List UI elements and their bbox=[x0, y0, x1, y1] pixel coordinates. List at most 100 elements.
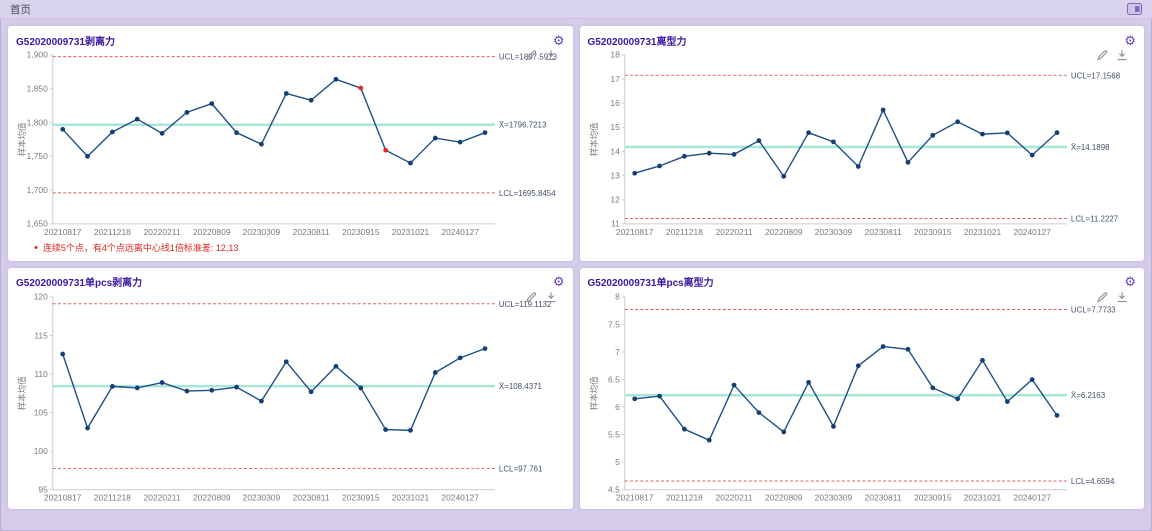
svg-text:115: 115 bbox=[34, 330, 48, 340]
download-icon[interactable] bbox=[545, 291, 557, 303]
svg-text:1,900: 1,900 bbox=[27, 50, 48, 60]
svg-text:20240127: 20240127 bbox=[1013, 227, 1051, 237]
svg-text:20211218: 20211218 bbox=[94, 492, 131, 502]
svg-text:X̄=6.2163: X̄=6.2163 bbox=[1070, 391, 1105, 400]
chart-toolbar bbox=[1096, 291, 1128, 303]
svg-text:1,850: 1,850 bbox=[27, 84, 48, 94]
svg-text:20211218: 20211218 bbox=[665, 492, 702, 502]
svg-text:20230309: 20230309 bbox=[814, 227, 852, 237]
svg-text:20230811: 20230811 bbox=[293, 227, 330, 237]
chart-panel: G52020009731剥离力 ⚙ 1,900 1,850 1,800 1,750 1,… bbox=[8, 26, 573, 261]
download-icon[interactable] bbox=[1116, 49, 1128, 61]
svg-text:20210817: 20210817 bbox=[44, 227, 82, 237]
panel-header: G52020009731剥离力 ⚙ bbox=[16, 31, 565, 49]
svg-text:20231021: 20231021 bbox=[963, 227, 1001, 237]
svg-text:样本均值: 样本均值 bbox=[17, 376, 27, 410]
svg-text:20220211: 20220211 bbox=[715, 227, 752, 237]
layout-toggle-icon[interactable] bbox=[1127, 3, 1142, 15]
svg-text:6.5: 6.5 bbox=[608, 374, 620, 384]
svg-text:LCL=11.2227: LCL=11.2227 bbox=[1070, 214, 1118, 223]
svg-text:7.5: 7.5 bbox=[608, 319, 620, 329]
svg-text:LCL=97.761: LCL=97.761 bbox=[499, 464, 543, 473]
svg-text:6: 6 bbox=[615, 402, 620, 412]
dashboard-grid: G52020009731剥离力 ⚙ 1,900 1,850 1,800 1,750 1,… bbox=[0, 19, 1152, 516]
svg-text:110: 110 bbox=[34, 369, 48, 379]
svg-text:12: 12 bbox=[610, 195, 620, 205]
svg-text:样本均值: 样本均值 bbox=[17, 122, 27, 156]
svg-text:20230309: 20230309 bbox=[243, 492, 281, 502]
svg-text:8: 8 bbox=[615, 292, 620, 302]
download-icon[interactable] bbox=[545, 49, 557, 61]
svg-text:样本均值: 样本均值 bbox=[588, 376, 598, 410]
svg-text:20240127: 20240127 bbox=[1013, 492, 1051, 502]
svg-text:20230309: 20230309 bbox=[243, 227, 281, 237]
panel-title: G52020009731离型力 bbox=[588, 33, 687, 48]
svg-text:20230915: 20230915 bbox=[342, 492, 380, 502]
svg-text:20230811: 20230811 bbox=[864, 227, 901, 237]
svg-text:17: 17 bbox=[610, 74, 620, 84]
chart-area: 1,9001,8501,8001,7501,7001,6502021081720… bbox=[16, 49, 565, 240]
chart-toolbar bbox=[525, 291, 557, 303]
svg-text:20231021: 20231021 bbox=[963, 492, 1001, 502]
svg-text:X̄=1796.7213: X̄=1796.7213 bbox=[499, 121, 547, 130]
svg-text:LCL=4.6594: LCL=4.6594 bbox=[1070, 477, 1114, 486]
svg-text:X̄=14.1898: X̄=14.1898 bbox=[1070, 143, 1109, 152]
svg-text:20220211: 20220211 bbox=[144, 227, 181, 237]
svg-text:16: 16 bbox=[610, 98, 620, 108]
svg-text:20230915: 20230915 bbox=[914, 492, 952, 502]
svg-text:UCL=7.7733: UCL=7.7733 bbox=[1070, 305, 1115, 314]
panel-header: G52020009731离型力 ⚙ bbox=[588, 31, 1137, 49]
control-chart: 1201151101051009520210817202112182022021… bbox=[16, 291, 565, 506]
tab-home[interactable]: 首页 bbox=[10, 2, 31, 17]
chart-area: 1817161514131211202108172021121820220211… bbox=[588, 49, 1137, 240]
pencil-icon[interactable] bbox=[1096, 49, 1108, 61]
svg-text:20230309: 20230309 bbox=[814, 492, 852, 502]
chart-panel: G52020009731单pcs离型力 ⚙ 87.576.565.554.520… bbox=[580, 268, 1145, 510]
svg-text:18: 18 bbox=[610, 50, 620, 60]
chart-area: 1201151101051009520210817202112182022021… bbox=[16, 291, 565, 506]
svg-text:7: 7 bbox=[615, 347, 620, 357]
panel-title: G52020009731单pcs剥离力 bbox=[16, 274, 142, 289]
chart-panel: G52020009731离型力 ⚙ 1817161514131211202108… bbox=[580, 26, 1145, 261]
pencil-icon[interactable] bbox=[525, 291, 537, 303]
svg-text:20220809: 20220809 bbox=[193, 492, 231, 502]
gear-icon[interactable]: ⚙ bbox=[553, 34, 565, 47]
pencil-icon[interactable] bbox=[1096, 291, 1108, 303]
svg-text:1,750: 1,750 bbox=[27, 151, 48, 161]
svg-text:1,800: 1,800 bbox=[27, 117, 48, 127]
svg-text:20230811: 20230811 bbox=[293, 492, 330, 502]
control-chart: 1817161514131211202108172021121820220211… bbox=[588, 49, 1137, 240]
svg-text:20210817: 20210817 bbox=[615, 227, 653, 237]
svg-text:样本均值: 样本均值 bbox=[588, 122, 598, 156]
control-chart: 1,9001,8501,8001,7501,7001,6502021081720… bbox=[16, 49, 565, 240]
chart-panel: G52020009731单pcs剥离力 ⚙ 120115110105100952… bbox=[8, 268, 573, 510]
gear-icon[interactable]: ⚙ bbox=[553, 275, 565, 288]
download-icon[interactable] bbox=[1116, 291, 1128, 303]
tab-bar: 首页 bbox=[0, 0, 1152, 19]
svg-text:1,700: 1,700 bbox=[27, 185, 48, 195]
svg-text:120: 120 bbox=[34, 292, 48, 302]
gear-icon[interactable]: ⚙ bbox=[1124, 34, 1136, 47]
gear-icon[interactable]: ⚙ bbox=[1124, 275, 1136, 288]
svg-text:5: 5 bbox=[615, 457, 620, 467]
rule-violation-note: • 连续5个点，有4个点远离中心线1倍标准差: 12,13 bbox=[34, 241, 565, 255]
svg-text:20230915: 20230915 bbox=[342, 227, 380, 237]
panel-header: G52020009731单pcs离型力 ⚙ bbox=[588, 273, 1137, 291]
panel-header: G52020009731单pcs剥离力 ⚙ bbox=[16, 273, 565, 291]
chart-area: 87.576.565.554.5202108172021121820220211… bbox=[588, 291, 1137, 506]
svg-text:20220809: 20220809 bbox=[193, 227, 231, 237]
svg-text:5.5: 5.5 bbox=[608, 429, 620, 439]
control-chart: 87.576.565.554.5202108172021121820220211… bbox=[588, 291, 1137, 506]
svg-text:20220211: 20220211 bbox=[144, 492, 181, 502]
svg-text:20220809: 20220809 bbox=[764, 492, 802, 502]
svg-text:20210817: 20210817 bbox=[44, 492, 82, 502]
svg-text:20210817: 20210817 bbox=[615, 492, 653, 502]
svg-text:X̄=108.4371: X̄=108.4371 bbox=[499, 382, 543, 391]
svg-text:20240127: 20240127 bbox=[441, 492, 479, 502]
svg-text:LCL=1695.8454: LCL=1695.8454 bbox=[499, 189, 556, 198]
svg-text:20240127: 20240127 bbox=[441, 227, 479, 237]
svg-text:20211218: 20211218 bbox=[665, 227, 702, 237]
pencil-icon[interactable] bbox=[525, 49, 537, 61]
svg-text:20230915: 20230915 bbox=[914, 227, 952, 237]
chart-toolbar bbox=[1096, 49, 1128, 61]
